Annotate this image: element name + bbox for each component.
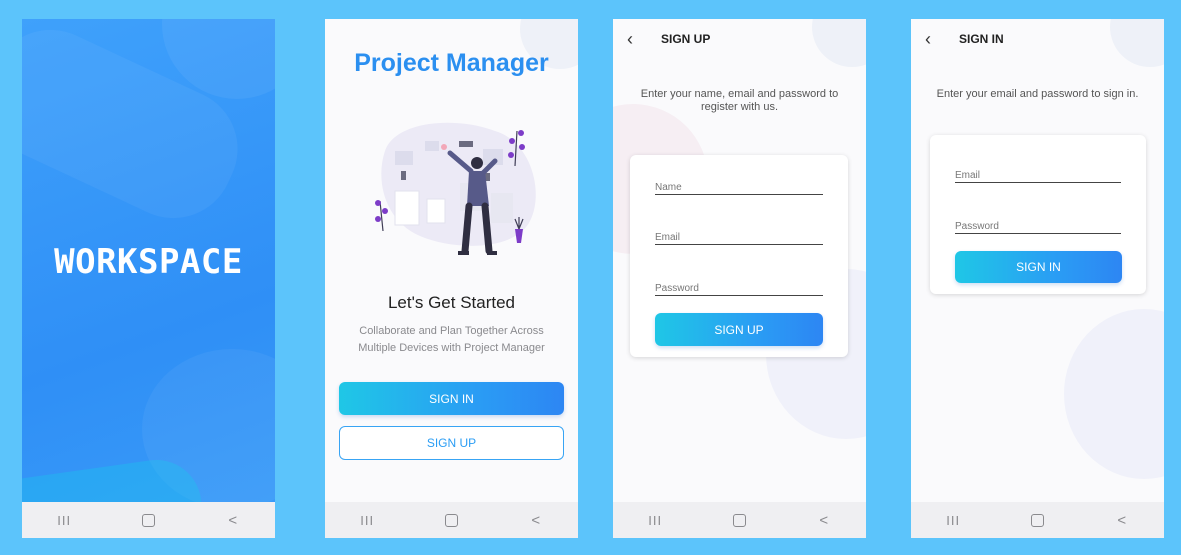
- splash-logo-text: WORKSPACE: [54, 242, 243, 282]
- android-navbar: III <: [613, 502, 866, 538]
- team-planning-illustration: [375, 122, 536, 255]
- sign-up-submit-button[interactable]: SIGN UP: [655, 313, 823, 346]
- decor-shape: [1064, 309, 1164, 479]
- home-button[interactable]: [724, 505, 754, 535]
- back-icon[interactable]: <: [1107, 505, 1137, 535]
- sign-in-button[interactable]: SIGN IN: [339, 382, 564, 415]
- header: ‹ SIGN UP: [613, 19, 866, 59]
- home-icon: [732, 513, 746, 527]
- home-button[interactable]: [436, 505, 466, 535]
- home-icon: [1030, 513, 1044, 527]
- app-title: Project Manager: [354, 49, 549, 77]
- home-button[interactable]: [1022, 505, 1052, 535]
- android-navbar: III <: [325, 502, 578, 538]
- back-arrow-icon[interactable]: ‹: [615, 24, 645, 54]
- android-navbar: III <: [911, 502, 1164, 538]
- password-field[interactable]: Password: [655, 278, 823, 296]
- sign-up-screen: ‹ SIGN UP Enter your name, email and pas…: [613, 19, 866, 538]
- recents-icon[interactable]: III: [352, 505, 382, 535]
- recents-icon[interactable]: III: [640, 505, 670, 535]
- sign-in-form-card: Email Password SIGN IN: [930, 135, 1146, 294]
- back-icon[interactable]: <: [809, 505, 839, 535]
- back-icon[interactable]: <: [218, 505, 248, 535]
- home-button[interactable]: [133, 505, 163, 535]
- back-arrow-icon[interactable]: ‹: [913, 24, 943, 54]
- onboarding-description: Collaborate and Plan Together Across Mul…: [358, 325, 545, 354]
- sign-up-form-card: Name Email Password SIGN UP: [630, 155, 848, 357]
- sign-in-submit-button[interactable]: SIGN IN: [955, 251, 1122, 283]
- header: ‹ SIGN IN: [911, 19, 1164, 59]
- sign-up-button[interactable]: SIGN UP: [339, 426, 564, 460]
- email-field[interactable]: Email: [655, 227, 823, 245]
- back-icon[interactable]: <: [521, 505, 551, 535]
- instruction-text: Enter your email and password to sign in…: [936, 88, 1139, 100]
- recents-icon[interactable]: III: [49, 505, 79, 535]
- page-title: SIGN IN: [959, 32, 1004, 46]
- home-icon: [141, 513, 155, 527]
- page-title: SIGN UP: [661, 32, 711, 46]
- home-icon: [444, 513, 458, 527]
- splash-screen: WORKSPACE III <: [22, 19, 275, 538]
- email-field[interactable]: Email: [955, 165, 1121, 183]
- password-field[interactable]: Password: [955, 216, 1121, 234]
- recents-icon[interactable]: III: [938, 505, 968, 535]
- instruction-text: Enter your name, email and password to r…: [640, 88, 839, 113]
- name-field[interactable]: Name: [655, 177, 823, 195]
- android-navbar: III <: [22, 502, 275, 538]
- onboarding-screen: Project Manager Let's Get Started Collab…: [325, 19, 578, 538]
- sign-in-screen: ‹ SIGN IN Enter your email and password …: [911, 19, 1164, 538]
- onboarding-heading: Let's Get Started: [387, 293, 516, 312]
